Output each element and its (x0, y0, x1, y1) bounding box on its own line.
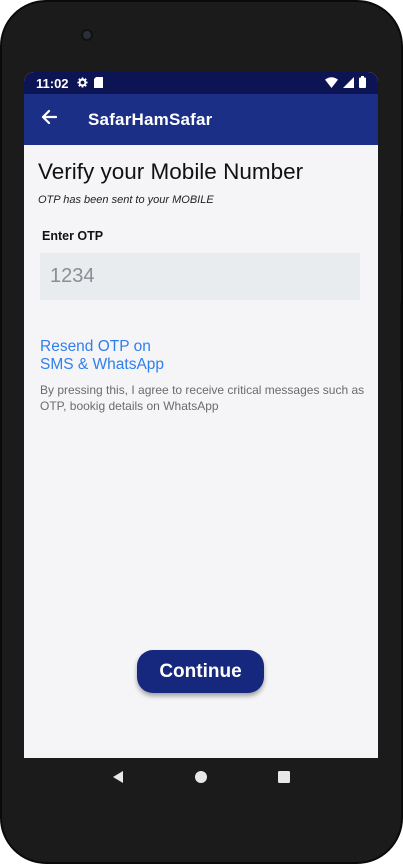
battery-icon (359, 75, 366, 91)
app-screen: 11:02 SafarHamSafar Verify your Mobile N… (24, 72, 378, 758)
status-bar: 11:02 (24, 72, 378, 94)
status-time: 11:02 (36, 75, 69, 91)
resend-line-2: SMS & WhatsApp (40, 356, 165, 373)
app-title: SafarHamSafar (88, 109, 213, 129)
otp-sent-subtitle: OTP has been sent to your MOBILE (38, 194, 214, 206)
signal-icon (343, 76, 354, 91)
phone-frame: 11:02 SafarHamSafar Verify your Mobile N… (0, 0, 403, 864)
app-bar: SafarHamSafar (24, 94, 378, 145)
otp-label: Enter OTP (42, 229, 104, 243)
continue-button[interactable]: Continue (137, 650, 264, 693)
circle-home-icon (194, 770, 208, 789)
nav-home-button[interactable] (186, 764, 216, 794)
resend-line-1: Resend OTP on (40, 338, 151, 355)
page-title: Verify your Mobile Number (38, 159, 304, 184)
resend-otp-link[interactable]: Resend OTP on SMS & WhatsApp (40, 338, 240, 374)
nav-recents-button[interactable] (269, 764, 299, 794)
square-recents-icon (277, 770, 291, 789)
nav-back-button[interactable] (103, 764, 133, 794)
back-button[interactable] (24, 94, 74, 145)
sim-card-icon (93, 76, 103, 91)
otp-input[interactable] (40, 253, 360, 300)
front-camera (81, 29, 93, 41)
triangle-back-icon (111, 770, 125, 789)
whatsapp-consent-text: By pressing this, I agree to receive cri… (40, 383, 365, 413)
arrow-left-icon (41, 109, 58, 130)
wifi-icon (325, 76, 338, 91)
gear-icon (77, 76, 88, 91)
system-nav-bar (24, 758, 378, 800)
